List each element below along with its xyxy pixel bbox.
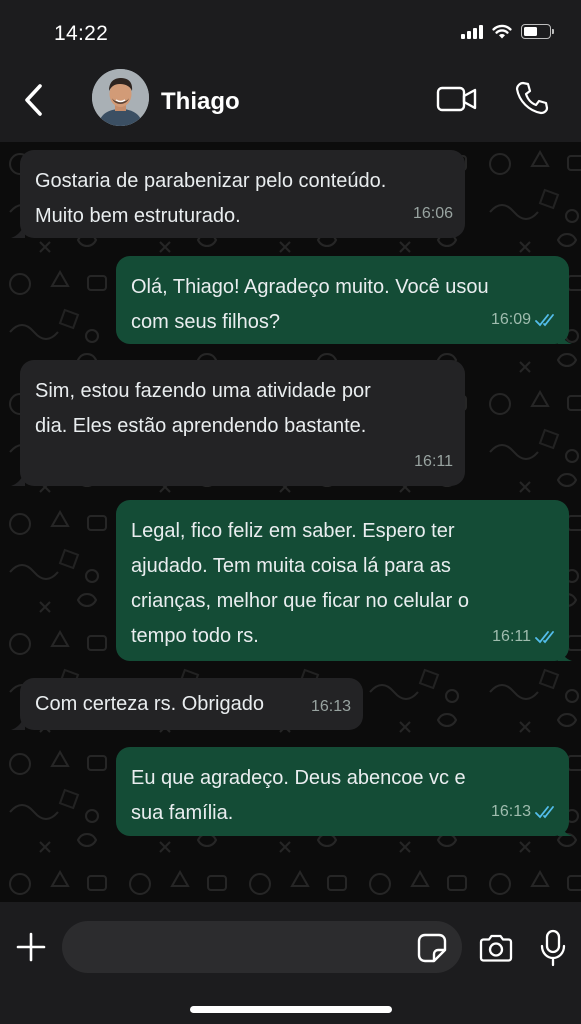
microphone-icon (540, 929, 566, 967)
message-text: Sim, estou fazendo uma atividade por dia… (35, 380, 371, 437)
sticker-button[interactable] (416, 932, 448, 964)
message-bubble-incoming[interactable]: Gostaria de parabenizar pelo conteúdo. M… (20, 150, 465, 238)
home-indicator[interactable] (190, 1006, 392, 1013)
message-time: 16:06 (412, 205, 453, 222)
message-text: Gostaria de parabenizar pelo conteúdo. M… (35, 170, 387, 227)
double-check-read-icon (535, 313, 554, 326)
plus-icon (16, 932, 46, 962)
message-time: 16:11 (414, 453, 453, 470)
message-time: 16:13 (490, 803, 531, 820)
double-check-read-icon (535, 630, 554, 643)
signal-icon (461, 24, 483, 39)
message-bubble-outgoing[interactable]: Eu que agradeço. Deus abencoe vc e sua f… (116, 747, 569, 836)
message-bubble-outgoing[interactable]: Olá, Thiago! Agradeço muito. Você usou c… (116, 256, 569, 344)
phone-call-button[interactable] (514, 80, 550, 116)
avatar[interactable] (92, 69, 149, 126)
message-bubble-incoming[interactable]: Sim, estou fazendo uma atividade por dia… (20, 360, 465, 486)
back-button[interactable] (20, 80, 50, 120)
microphone-button[interactable] (540, 929, 566, 967)
chat-header: Thiago (0, 62, 581, 142)
contact-name[interactable]: Thiago (161, 88, 240, 116)
message-time: 16:13 (310, 698, 351, 715)
camera-button[interactable] (478, 933, 514, 963)
message-text: Olá, Thiago! Agradeço muito. Você usou c… (131, 276, 489, 333)
status-time: 14:22 (54, 22, 109, 45)
message-input[interactable] (62, 921, 462, 973)
message-text: Eu que agradeço. Deus abencoe vc e sua f… (131, 767, 466, 824)
double-check-read-icon (535, 805, 554, 818)
chat-area[interactable]: Gostaria de parabenizar pelo conteúdo. M… (0, 142, 581, 902)
input-bar (0, 902, 581, 1024)
phone-call-icon (515, 81, 549, 115)
status-bar: 14:22 (0, 0, 581, 62)
status-icons (461, 24, 554, 39)
message-bubble-incoming[interactable]: Com certeza rs. Obrigado 16:13 (20, 678, 363, 730)
sticker-icon (417, 933, 447, 963)
battery-icon (521, 24, 554, 39)
attach-button[interactable] (15, 931, 47, 963)
back-chevron-icon (25, 84, 42, 116)
message-bubble-outgoing[interactable]: Legal, fico feliz em saber. Espero ter a… (116, 500, 569, 661)
camera-icon (479, 934, 513, 962)
message-time: 16:11 (492, 628, 531, 645)
wifi-icon (492, 24, 512, 39)
message-text: Com certeza rs. Obrigado (35, 693, 264, 715)
message-text: Legal, fico feliz em saber. Espero ter a… (131, 520, 469, 647)
avatar-photo (92, 69, 149, 126)
video-call-icon (436, 86, 477, 112)
message-time: 16:09 (490, 311, 531, 328)
video-call-button[interactable] (436, 84, 478, 114)
